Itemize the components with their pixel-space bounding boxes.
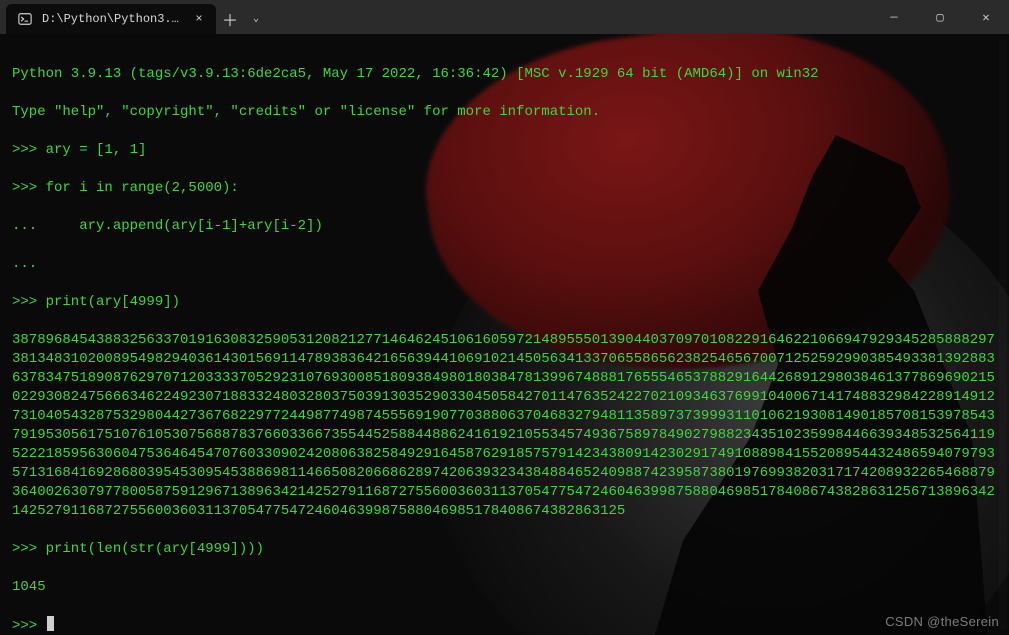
python-banner-line: Python 3.9.13 (tags/v3.9.13:6de2ca5, May… bbox=[12, 65, 1001, 84]
tab-close-button[interactable]: × bbox=[192, 12, 206, 26]
python-help-line: Type "help", "copyright", "credits" or "… bbox=[12, 103, 1001, 122]
repl-line: >>> ary = [1, 1] bbox=[12, 141, 1001, 160]
repl-line: >>> print(len(str(ary[4999]))) bbox=[12, 540, 1001, 559]
terminal-output[interactable]: Python 3.9.13 (tags/v3.9.13:6de2ca5, May… bbox=[0, 34, 1009, 635]
tab-dropdown-button[interactable]: ⌄ bbox=[244, 4, 268, 34]
text-cursor bbox=[47, 616, 54, 631]
scrollbar-track[interactable] bbox=[999, 40, 1007, 629]
repl-line: >>> for i in range(2,5000): bbox=[12, 179, 1001, 198]
window-titlebar[interactable]: D:\Python\Python3.9\python. × ＋ ⌄ — ▢ ✕ bbox=[0, 0, 1009, 34]
titlebar-drag-region[interactable] bbox=[268, 0, 871, 34]
repl-line: >>> print(ary[4999]) bbox=[12, 293, 1001, 312]
repl-output-bignumber: 3878968454388325633701916308325905312082… bbox=[12, 331, 1001, 521]
tab-title: D:\Python\Python3.9\python. bbox=[42, 12, 182, 26]
repl-line: ... ary.append(ary[i-1]+ary[i-2]) bbox=[12, 217, 1001, 236]
repl-output-len: 1045 bbox=[12, 578, 1001, 597]
tab-active[interactable]: D:\Python\Python3.9\python. × bbox=[6, 4, 216, 34]
terminal-icon bbox=[18, 12, 32, 26]
new-tab-button[interactable]: ＋ bbox=[216, 4, 244, 34]
window-minimize-button[interactable]: — bbox=[871, 0, 917, 34]
window-maximize-button[interactable]: ▢ bbox=[917, 0, 963, 34]
repl-prompt[interactable]: >>> bbox=[12, 616, 1001, 635]
window-close-button[interactable]: ✕ bbox=[963, 0, 1009, 34]
prompt-text: >>> bbox=[12, 618, 46, 634]
repl-line: ... bbox=[12, 255, 1001, 274]
